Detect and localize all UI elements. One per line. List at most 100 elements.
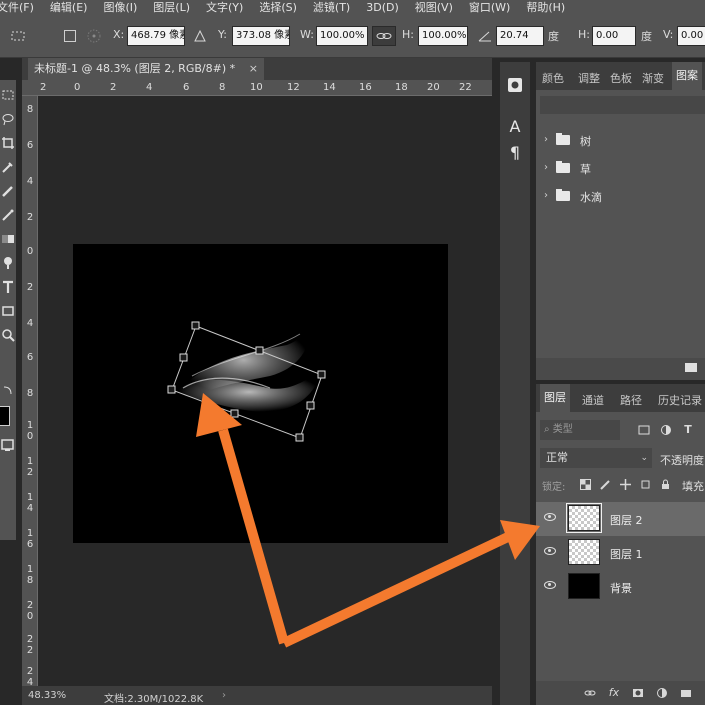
menu-select[interactable]: 选择(S) [259, 0, 297, 15]
pattern-search-input[interactable] [540, 96, 705, 114]
tab-swatches[interactable]: 色板 [610, 70, 632, 86]
visibility-eye-icon[interactable] [544, 513, 556, 521]
hskew-field[interactable]: 0.00 [592, 26, 636, 46]
chevron-right-icon[interactable]: › [544, 190, 548, 201]
close-icon[interactable]: × [249, 58, 258, 80]
x-field[interactable]: 468.79 像素 [127, 26, 185, 46]
lock-position-move-icon[interactable] [620, 479, 631, 490]
folder-icon [556, 133, 570, 145]
character-icon[interactable]: A [506, 118, 524, 136]
height-field[interactable]: 100.00% [418, 26, 468, 46]
hskew-label: H: [578, 28, 590, 41]
ruler-tick: 1 2 [26, 456, 34, 478]
fill-label[interactable]: 填充 [682, 478, 704, 494]
add-mask-icon[interactable] [632, 687, 644, 699]
lock-artboard-icon[interactable] [640, 479, 651, 490]
layer-row[interactable]: 图层 1 [536, 536, 705, 570]
swap-colors-icon[interactable] [1, 384, 15, 398]
menu-help[interactable]: 帮助(H) [526, 0, 565, 15]
lasso-tool-icon[interactable] [1, 112, 15, 126]
tab-history[interactable]: 历史记录 [658, 392, 702, 408]
search-icon: ⌕ [544, 424, 553, 435]
ruler-tick: 8 [26, 104, 34, 115]
dodge-tool-icon[interactable] [1, 256, 15, 270]
blend-mode-select[interactable]: 正常 ⌄ [540, 448, 652, 468]
menu-image[interactable]: 图像(I) [103, 0, 137, 15]
ruler-tick: 1 6 [26, 528, 34, 550]
chevron-right-icon[interactable]: › [544, 134, 548, 145]
menu-3d[interactable]: 3D(D) [366, 1, 399, 14]
ruler-tick: 4 [26, 176, 34, 187]
visibility-eye-icon[interactable] [544, 581, 556, 589]
document-canvas[interactable] [73, 244, 448, 543]
width-field[interactable]: 100.00% [316, 26, 368, 46]
tab-color[interactable]: 颜色 [542, 70, 564, 86]
menu-layer[interactable]: 图层(L) [153, 0, 190, 15]
lock-pixels-brush-icon[interactable] [600, 479, 611, 490]
menu-filter[interactable]: 滤镜(T) [313, 0, 350, 15]
transform-tool-icon[interactable] [10, 30, 26, 42]
tab-adjustments[interactable]: 调整 [578, 70, 600, 86]
zoom-tool-icon[interactable] [1, 328, 15, 342]
healing-brush-icon[interactable] [1, 184, 15, 198]
tab-patterns[interactable]: 图案 [672, 62, 702, 90]
tab-layers[interactable]: 图层 [540, 384, 570, 412]
adjustment-layer-icon[interactable] [656, 687, 668, 699]
opacity-label[interactable]: 不透明度 [660, 452, 704, 468]
menu-window[interactable]: 窗口(W) [469, 0, 510, 15]
eyedropper-tool-icon[interactable] [1, 160, 15, 174]
layer-thumbnail [568, 573, 600, 599]
ruler-tick: 6 [183, 82, 190, 93]
foreground-color-swatch[interactable] [0, 406, 10, 426]
rectangle-tool-icon[interactable] [1, 304, 15, 318]
layer-thumbnail [568, 539, 600, 565]
vskew-field[interactable]: 0.00 [677, 26, 705, 46]
reference-point-icon[interactable] [86, 28, 102, 44]
layer-row[interactable]: 背景 [536, 570, 705, 604]
marquee-tool-icon[interactable] [1, 88, 15, 102]
rotate-angle-icon [478, 31, 491, 42]
link-layers-icon[interactable] [584, 687, 596, 699]
brush-tool-icon[interactable] [1, 208, 15, 222]
bucket-3d-icon[interactable] [506, 76, 524, 94]
layer-style-fx-icon[interactable]: fx [608, 687, 620, 699]
zoom-level[interactable]: 48.33% [28, 690, 66, 701]
layers-panel: 图层 通道 路径 历史记录 ⌕ 类型 T 正常 ⌄ 不透明度 锁定: 填充 图层… [536, 384, 705, 705]
reference-checkbox[interactable] [64, 30, 76, 42]
new-group-folder-icon[interactable] [685, 363, 697, 372]
new-group-folder-icon[interactable] [680, 687, 692, 699]
pattern-group-item[interactable]: › 树 [536, 130, 705, 152]
gradient-tool-icon[interactable] [1, 232, 15, 246]
relative-position-icon[interactable] [194, 30, 206, 42]
pattern-group-item[interactable]: › 水滴 [536, 186, 705, 208]
link-aspect-button[interactable] [372, 26, 396, 46]
tab-channels[interactable]: 通道 [582, 392, 604, 408]
pattern-group-item[interactable]: › 草 [536, 158, 705, 180]
image-filter-icon[interactable] [638, 424, 650, 436]
type-filter-icon[interactable]: T [682, 424, 694, 436]
menu-type[interactable]: 文字(Y) [206, 0, 243, 15]
y-field[interactable]: 373.08 像素 [232, 26, 290, 46]
menu-file[interactable]: 文件(F) [0, 0, 34, 15]
paragraph-icon[interactable]: ¶ [506, 144, 524, 162]
angle-field[interactable]: 20.74 [496, 26, 544, 46]
chevron-right-icon[interactable]: › [544, 162, 548, 173]
document-tab-row: 未标题-1 @ 48.3% (图层 2, RGB/8#) * × [22, 58, 492, 80]
document-size: 文档:2.30M/1022.8K [104, 694, 204, 705]
screen-mode-icon[interactable] [1, 438, 15, 452]
menu-edit[interactable]: 编辑(E) [50, 0, 88, 15]
type-tool-icon[interactable] [1, 280, 15, 294]
layer-row[interactable]: 图层 2 [536, 502, 705, 536]
adjustment-filter-icon[interactable] [660, 424, 672, 436]
ruler-tick: 10 [250, 82, 263, 93]
layer-filter-select[interactable]: ⌕ 类型 [540, 420, 620, 440]
lock-all-icon[interactable] [660, 479, 671, 490]
crop-tool-icon[interactable] [1, 136, 15, 150]
lock-transparency-icon[interactable] [580, 479, 591, 490]
tab-paths[interactable]: 路径 [620, 392, 642, 408]
document-tab[interactable]: 未标题-1 @ 48.3% (图层 2, RGB/8#) * × [28, 58, 264, 80]
status-arrow-icon[interactable]: › [222, 690, 226, 701]
tab-gradients[interactable]: 渐变 [642, 70, 664, 86]
menu-view[interactable]: 视图(V) [415, 0, 453, 15]
visibility-eye-icon[interactable] [544, 547, 556, 555]
